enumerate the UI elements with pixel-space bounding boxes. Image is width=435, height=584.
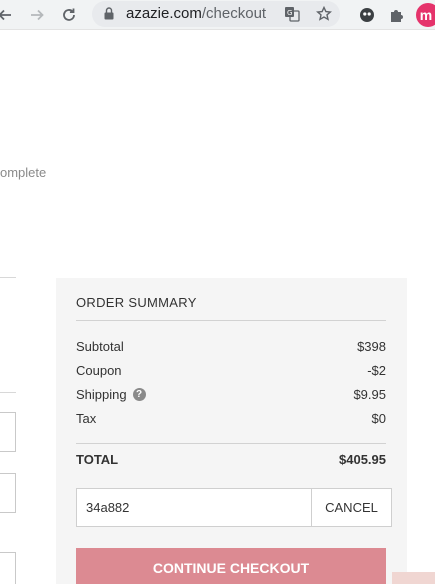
order-summary-title: ORDER SUMMARY	[76, 295, 197, 310]
row-label: Tax	[76, 410, 97, 426]
summary-row-coupon: Coupon -$2	[76, 361, 386, 379]
extensions-menu-button[interactable]	[386, 4, 408, 26]
continue-checkout-button[interactable]: CONTINUE CHECKOUT	[76, 548, 386, 584]
profile-avatar[interactable]: m	[416, 3, 435, 27]
left-divider	[0, 277, 16, 278]
url-host: azazie.com	[126, 5, 202, 22]
form-field[interactable]	[0, 552, 16, 584]
translate-icon[interactable]: G	[284, 6, 300, 22]
row-label: Shipping	[76, 386, 127, 402]
forward-arrow-icon	[31, 9, 44, 21]
reload-button[interactable]	[58, 4, 80, 26]
row-label: Coupon	[76, 362, 122, 378]
svg-text:G: G	[287, 9, 292, 17]
back-button[interactable]	[0, 4, 16, 26]
url-text: azazie.com/checkout	[126, 5, 266, 22]
row-value: $398	[357, 338, 386, 354]
summary-row-shipping: Shipping? $9.95	[76, 385, 386, 403]
row-value: $0	[371, 410, 386, 426]
lock-icon	[104, 7, 114, 20]
puzzle-piece-icon	[391, 10, 403, 22]
form-field[interactable]	[0, 412, 16, 452]
cancel-coupon-button[interactable]: CANCEL	[311, 489, 391, 526]
total-label: TOTAL	[76, 451, 119, 467]
extension-button[interactable]	[356, 4, 378, 26]
browser-toolbar: azazie.com/checkout G m	[0, 0, 435, 30]
row-label-wrap: Shipping?	[76, 387, 146, 402]
left-divider	[0, 392, 16, 393]
reload-icon	[63, 8, 75, 21]
row-value: $9.95	[353, 386, 386, 402]
summary-row-subtotal: Subtotal $398	[76, 337, 386, 355]
summary-row-total: TOTAL $405.95	[76, 450, 386, 468]
page-corner-element	[392, 572, 435, 584]
address-bar[interactable]: azazie.com/checkout G	[92, 1, 340, 27]
summary-row-tax: Tax $0	[76, 409, 386, 427]
forward-button[interactable]	[26, 4, 48, 26]
summary-divider	[76, 320, 386, 321]
row-value: -$2	[367, 362, 386, 378]
row-label: Subtotal	[76, 338, 124, 354]
bookmark-star-icon[interactable]	[316, 6, 332, 22]
summary-divider	[76, 443, 386, 444]
total-value: $405.95	[339, 451, 386, 467]
coupon-form: CANCEL	[76, 488, 392, 527]
url-path: /checkout	[201, 5, 267, 22]
ghost-extension-icon	[360, 8, 374, 22]
form-field[interactable]	[0, 473, 16, 513]
back-arrow-icon	[0, 9, 11, 21]
help-icon[interactable]: ?	[132, 387, 146, 401]
coupon-code-input[interactable]	[77, 489, 311, 526]
checkout-step-label: omplete	[0, 165, 47, 180]
order-summary-panel: ORDER SUMMARY Subtotal $398 Coupon -$2 S…	[56, 278, 407, 584]
